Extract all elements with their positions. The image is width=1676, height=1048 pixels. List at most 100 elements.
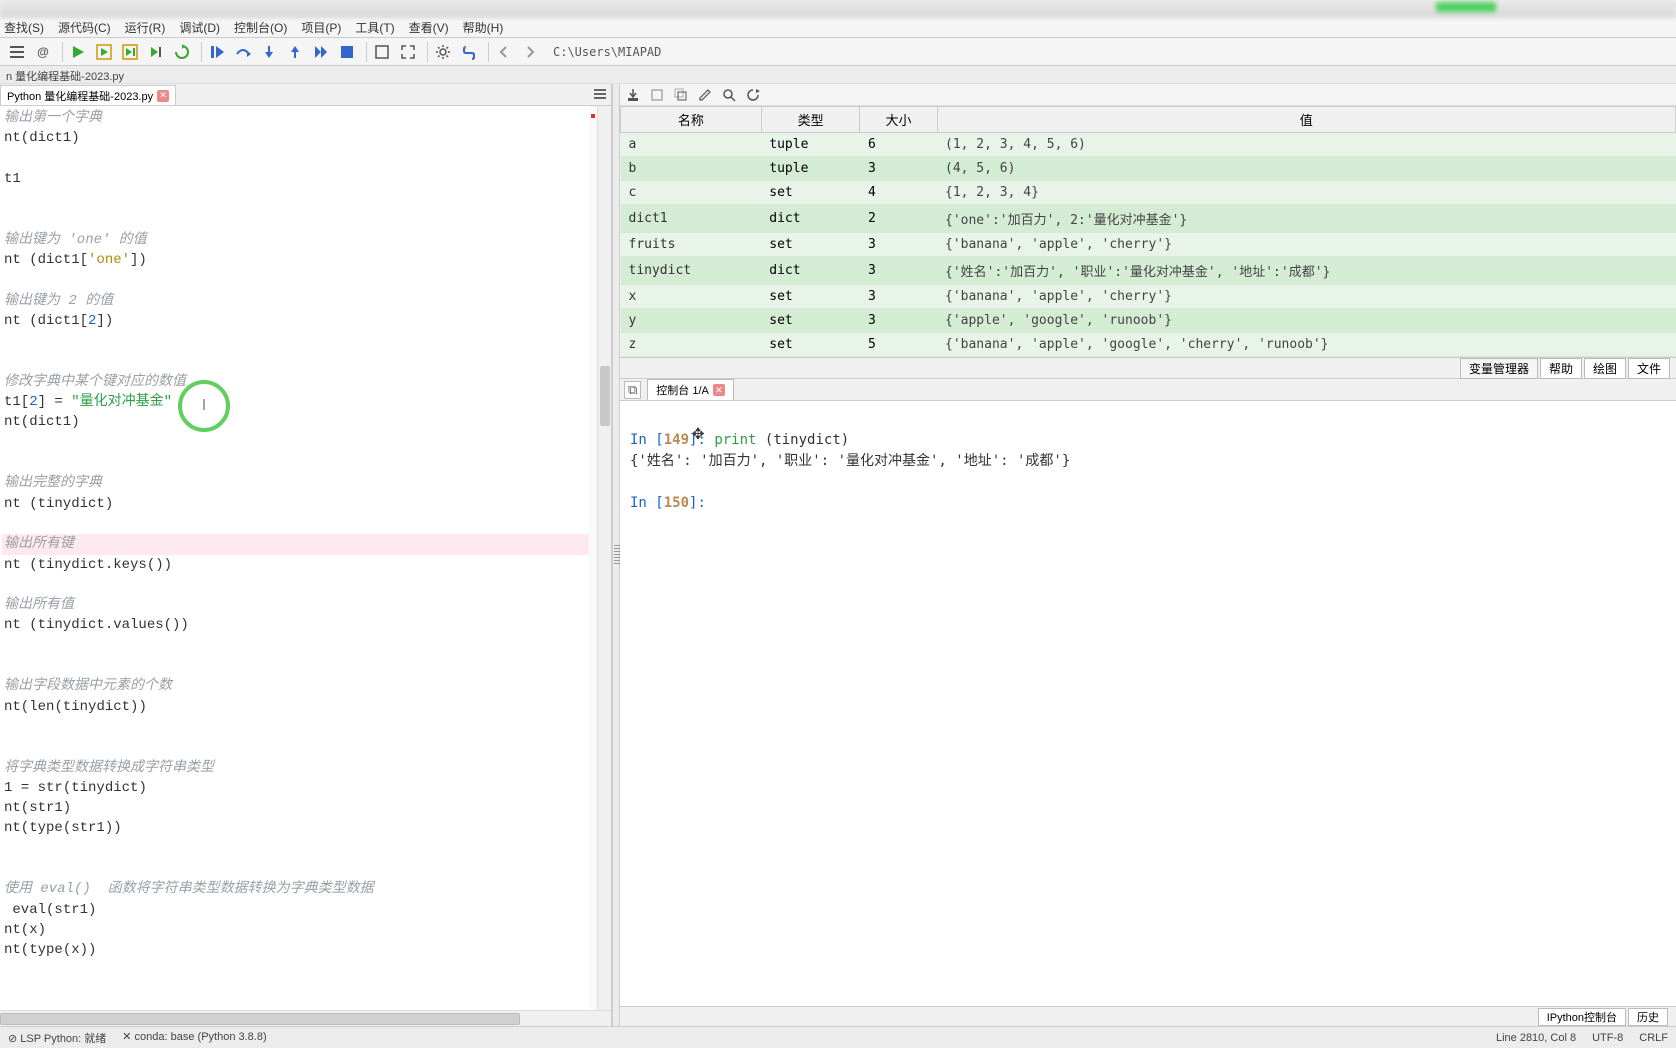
var-header-row: 名称 类型 大小 值	[621, 107, 1676, 133]
code-line	[2, 656, 611, 676]
code-line	[2, 575, 611, 595]
code-line: nt(x)	[2, 920, 611, 940]
table-row[interactable]: fruitsset3{'banana', 'apple', 'cherry'}	[621, 233, 1676, 257]
right-pane: 名称 类型 大小 值 atuple6(1, 2, 3, 4, 5, 6)btup…	[620, 84, 1676, 1026]
console-browse-icon[interactable]: ⧉	[624, 381, 641, 399]
run-selection-icon[interactable]	[145, 41, 167, 63]
tab-variable-explorer[interactable]: 变量管理器	[1460, 358, 1538, 379]
editor-horizontal-scrollbar[interactable]	[0, 1010, 611, 1026]
var-cell-name: x	[621, 285, 762, 309]
editor-tab-label: Python 量化编程基础-2023.py	[7, 88, 153, 104]
table-row[interactable]: yset3{'apple', 'google', 'runoob'}	[621, 309, 1676, 333]
working-dir-path[interactable]: C:\Users\MIAPAD	[553, 45, 661, 59]
step-over-icon[interactable]	[232, 41, 254, 63]
tab-help[interactable]: 帮助	[1540, 358, 1582, 379]
var-cell-type: tuple	[761, 133, 860, 157]
step-out-icon[interactable]	[284, 41, 306, 63]
forward-icon[interactable]	[519, 41, 541, 63]
code-line: nt(dict1)	[2, 412, 611, 432]
tab-plots[interactable]: 绘图	[1584, 358, 1626, 379]
var-cell-name: dict1	[621, 205, 762, 233]
code-line: nt (tinydict.keys())	[2, 555, 611, 575]
close-icon[interactable]: ✕	[157, 90, 169, 102]
code-line: nt(dict1)	[2, 128, 611, 148]
code-line	[2, 737, 611, 757]
stop-icon[interactable]	[336, 41, 358, 63]
tab-ipython-console[interactable]: IPython控制台	[1538, 1008, 1626, 1026]
ipython-console[interactable]: In [149]: print (tinydict) {'姓名': '加百力',…	[620, 401, 1676, 1006]
table-row[interactable]: btuple3(4, 5, 6)	[621, 157, 1676, 181]
search-icon[interactable]	[722, 88, 736, 102]
window-titlebar-blurred	[0, 0, 1676, 18]
table-row[interactable]: xset3{'banana', 'apple', 'cherry'}	[621, 285, 1676, 309]
tab-files[interactable]: 文件	[1628, 358, 1670, 379]
editor-vertical-scrollbar[interactable]	[597, 106, 611, 1010]
table-row[interactable]: zset5{'banana', 'apple', 'google', 'cher…	[621, 333, 1676, 357]
menu-help[interactable]: 帮助(H)	[463, 19, 504, 36]
run-cell-advance-icon[interactable]	[119, 41, 141, 63]
save-data-icon[interactable]	[650, 88, 664, 102]
variable-explorer-table[interactable]: 名称 类型 大小 值 atuple6(1, 2, 3, 4, 5, 6)btup…	[620, 106, 1676, 357]
var-cell-value: (1, 2, 3, 4, 5, 6)	[937, 133, 1676, 157]
hamburger-icon[interactable]	[593, 87, 607, 101]
save-all-icon[interactable]	[674, 88, 688, 102]
code-line	[2, 331, 611, 351]
menu-find[interactable]: 查找(S)	[4, 19, 44, 36]
menu-view[interactable]: 查看(V)	[409, 19, 449, 36]
var-header-name[interactable]: 名称	[621, 107, 762, 133]
var-cell-value: {'姓名':'加百力', '职业':'量化对冲基金', '地址':'成都'}	[937, 257, 1676, 285]
run-cell-icon[interactable]	[93, 41, 115, 63]
var-cell-name: c	[621, 181, 762, 205]
code-line: 输出所有键	[2, 534, 611, 554]
code-line: t1[2] = "量化对冲基金"	[2, 392, 611, 412]
code-line: 使用 eval() 函数将字符串类型数据转换为字典类型数据	[2, 879, 611, 899]
close-icon[interactable]: ✕	[713, 384, 725, 396]
refresh-icon[interactable]	[746, 88, 760, 102]
fullscreen-icon[interactable]	[397, 41, 419, 63]
table-row[interactable]: cset4{1, 2, 3, 4}	[621, 181, 1676, 205]
menu-run[interactable]: 运行(R)	[125, 19, 166, 36]
debug-step-icon[interactable]	[206, 41, 228, 63]
import-data-icon[interactable]	[626, 88, 640, 102]
rerun-icon[interactable]	[171, 41, 193, 63]
table-row[interactable]: tinydictdict3{'姓名':'加百力', '职业':'量化对冲基金',…	[621, 257, 1676, 285]
preferences-icon[interactable]	[432, 41, 454, 63]
menu-console[interactable]: 控制台(O)	[234, 19, 287, 36]
table-row[interactable]: dict1dict2{'one':'加百力', 2:'量化对冲基金'}	[621, 205, 1676, 233]
status-lsp[interactable]: ⊘ LSP Python: 就绪	[8, 1030, 106, 1046]
table-row[interactable]: atuple6(1, 2, 3, 4, 5, 6)	[621, 133, 1676, 157]
continue-icon[interactable]	[310, 41, 332, 63]
run-icon[interactable]	[67, 41, 89, 63]
python-path-icon[interactable]	[458, 41, 480, 63]
status-encoding[interactable]: UTF-8	[1592, 1032, 1623, 1044]
tab-history[interactable]: 历史	[1628, 1008, 1668, 1026]
var-header-size[interactable]: 大小	[860, 107, 937, 133]
menu-project[interactable]: 项目(P)	[301, 19, 341, 36]
outline-icon[interactable]	[6, 41, 28, 63]
var-cell-type: set	[761, 233, 860, 257]
code-line	[2, 149, 611, 169]
status-conda[interactable]: ✕ conda: base (Python 3.8.8)	[122, 1030, 266, 1046]
maximize-pane-icon[interactable]	[371, 41, 393, 63]
code-line: 输出字段数据中元素的个数	[2, 676, 611, 696]
at-icon[interactable]: @	[32, 41, 54, 63]
step-into-icon[interactable]	[258, 41, 280, 63]
edit-icon[interactable]	[698, 88, 712, 102]
back-icon[interactable]	[493, 41, 515, 63]
status-eol[interactable]: CRLF	[1639, 1032, 1668, 1044]
console-tab[interactable]: 控制台 1/A ✕	[647, 379, 734, 400]
var-header-value[interactable]: 值	[937, 107, 1676, 133]
menu-source[interactable]: 源代码(C)	[58, 19, 111, 36]
menu-debug[interactable]: 调试(D)	[179, 19, 220, 36]
console-bottom-tabs: IPython控制台 历史	[620, 1006, 1676, 1026]
var-header-type[interactable]: 类型	[761, 107, 860, 133]
console-tab-bar: ⧉ 控制台 1/A ✕	[620, 379, 1676, 401]
editor-pane: Python 量化编程基础-2023.py ✕ 输出第一个字典nt(dict1)…	[0, 84, 612, 1026]
vertical-splitter[interactable]	[612, 84, 620, 1026]
var-cell-value: {'banana', 'apple', 'cherry'}	[937, 285, 1676, 309]
editor-tab-active[interactable]: Python 量化编程基础-2023.py ✕	[0, 85, 176, 105]
menu-tools[interactable]: 工具(T)	[355, 19, 394, 36]
var-cell-size: 6	[860, 133, 937, 157]
code-line: eval(str1)	[2, 900, 611, 920]
code-editor[interactable]: 输出第一个字典nt(dict1) t1 输出键为 'one' 的值nt (dic…	[0, 106, 611, 1010]
